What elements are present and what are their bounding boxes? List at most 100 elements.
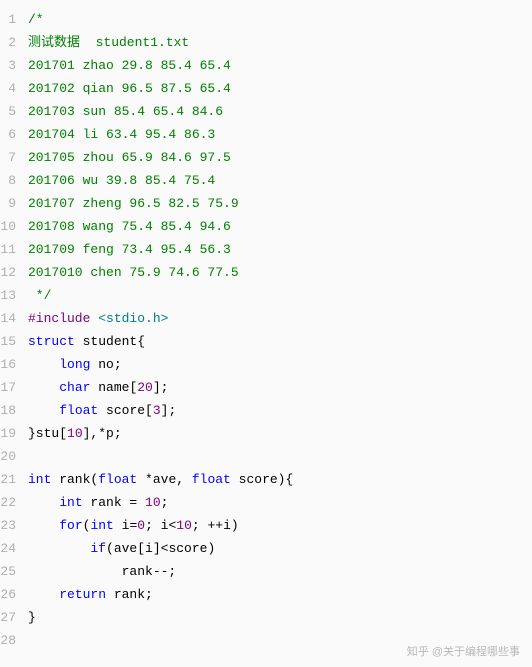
line-number: 21 bbox=[0, 468, 16, 491]
token-identifier: ],*p; bbox=[83, 426, 122, 441]
line-number: 5 bbox=[0, 100, 16, 123]
token-identifier: *ave, bbox=[137, 472, 192, 487]
token-identifier: ; ++i) bbox=[192, 518, 239, 533]
code-line: char name[20]; bbox=[28, 376, 532, 399]
token-identifier bbox=[28, 495, 59, 510]
token-number: 3 bbox=[153, 403, 161, 418]
code-line: 201703 sun 85.4 65.4 84.6 bbox=[28, 100, 532, 123]
line-number: 3 bbox=[0, 54, 16, 77]
line-number: 8 bbox=[0, 169, 16, 192]
token-identifier: i= bbox=[114, 518, 137, 533]
code-line: float score[3]; bbox=[28, 399, 532, 422]
code-line: int rank(float *ave, float score){ bbox=[28, 468, 532, 491]
code-line: 201702 qian 96.5 87.5 65.4 bbox=[28, 77, 532, 100]
token-keyword: struct bbox=[28, 334, 75, 349]
token-identifier: rank--; bbox=[28, 564, 176, 579]
code-line: int rank = 10; bbox=[28, 491, 532, 514]
token-number: 10 bbox=[145, 495, 161, 510]
token-type: float bbox=[98, 472, 137, 487]
token-identifier: ]; bbox=[161, 403, 177, 418]
line-number: 24 bbox=[0, 537, 16, 560]
code-line: 测试数据 student1.txt bbox=[28, 31, 532, 54]
token-keyword: if bbox=[90, 541, 106, 556]
token-comment: 201706 wu 39.8 85.4 75.4 bbox=[28, 173, 215, 188]
line-number: 20 bbox=[0, 445, 16, 468]
code-line: 201705 zhou 65.9 84.6 97.5 bbox=[28, 146, 532, 169]
token-identifier: }stu[ bbox=[28, 426, 67, 441]
line-number: 11 bbox=[0, 238, 16, 261]
token-identifier: student{ bbox=[75, 334, 145, 349]
line-number: 25 bbox=[0, 560, 16, 583]
line-number: 17 bbox=[0, 376, 16, 399]
code-line: */ bbox=[28, 284, 532, 307]
code-line: return rank; bbox=[28, 583, 532, 606]
line-number: 12 bbox=[0, 261, 16, 284]
line-number: 26 bbox=[0, 583, 16, 606]
code-line: struct student{ bbox=[28, 330, 532, 353]
code-editor: 1234567891011121314151617181920212223242… bbox=[0, 0, 532, 660]
line-number: 6 bbox=[0, 123, 16, 146]
token-identifier bbox=[28, 403, 59, 418]
token-preprocessor: #include bbox=[28, 311, 98, 326]
code-line: 201704 li 63.4 95.4 86.3 bbox=[28, 123, 532, 146]
line-number: 19 bbox=[0, 422, 16, 445]
code-line: } bbox=[28, 606, 532, 629]
token-type: float bbox=[59, 403, 98, 418]
token-comment: 201702 qian 96.5 87.5 65.4 bbox=[28, 81, 231, 96]
code-line: #include <stdio.h> bbox=[28, 307, 532, 330]
code-line: 201706 wu 39.8 85.4 75.4 bbox=[28, 169, 532, 192]
code-line: 2017010 chen 75.9 74.6 77.5 bbox=[28, 261, 532, 284]
watermark: 知乎 @关于编程哪些事 bbox=[407, 643, 520, 659]
token-identifier: rank( bbox=[51, 472, 98, 487]
line-number: 2 bbox=[0, 31, 16, 54]
token-identifier: (ave[i]<score) bbox=[106, 541, 215, 556]
token-number: 10 bbox=[67, 426, 83, 441]
token-comment: 201708 wang 75.4 85.4 94.6 bbox=[28, 219, 231, 234]
line-number: 4 bbox=[0, 77, 16, 100]
code-line: 201701 zhao 29.8 85.4 65.4 bbox=[28, 54, 532, 77]
code-line: }stu[10],*p; bbox=[28, 422, 532, 445]
token-comment: */ bbox=[28, 288, 51, 303]
token-number: 10 bbox=[176, 518, 192, 533]
token-comment: 201704 li 63.4 95.4 86.3 bbox=[28, 127, 215, 142]
code-line: rank--; bbox=[28, 560, 532, 583]
token-identifier: no; bbox=[90, 357, 121, 372]
line-number: 14 bbox=[0, 307, 16, 330]
token-identifier: ; bbox=[161, 495, 169, 510]
token-keyword: return bbox=[59, 587, 106, 602]
line-number-gutter: 1234567891011121314151617181920212223242… bbox=[0, 8, 28, 652]
token-type: long bbox=[59, 357, 90, 372]
token-identifier bbox=[28, 357, 59, 372]
line-number: 1 bbox=[0, 8, 16, 31]
line-number: 22 bbox=[0, 491, 16, 514]
line-number: 15 bbox=[0, 330, 16, 353]
token-identifier: name[ bbox=[90, 380, 137, 395]
token-number: 0 bbox=[137, 518, 145, 533]
code-line: 201707 zheng 96.5 82.5 75.9 bbox=[28, 192, 532, 215]
code-content: /* 测试数据 student1.txt 201701 zhao 29.8 85.4… bbox=[28, 8, 532, 652]
token-identifier: score[ bbox=[98, 403, 153, 418]
code-line: 201708 wang 75.4 85.4 94.6 bbox=[28, 215, 532, 238]
code-line: for(int i=0; i<10; ++i) bbox=[28, 514, 532, 537]
line-number: 16 bbox=[0, 353, 16, 376]
line-number: 23 bbox=[0, 514, 16, 537]
token-comment: 2017010 chen 75.9 74.6 77.5 bbox=[28, 265, 239, 280]
code-line: 201709 feng 73.4 95.4 56.3 bbox=[28, 238, 532, 261]
token-comment: 201703 sun 85.4 65.4 84.6 bbox=[28, 104, 223, 119]
token-identifier: ]; bbox=[153, 380, 169, 395]
token-comment: /* bbox=[28, 12, 44, 27]
token-comment: 测试数据 student1.txt bbox=[28, 35, 189, 50]
line-number: 28 bbox=[0, 629, 16, 652]
token-comment: 201701 zhao 29.8 85.4 65.4 bbox=[28, 58, 231, 73]
token-identifier: rank; bbox=[106, 587, 153, 602]
line-number: 27 bbox=[0, 606, 16, 629]
code-line: if(ave[i]<score) bbox=[28, 537, 532, 560]
token-comment: 201705 zhou 65.9 84.6 97.5 bbox=[28, 150, 231, 165]
token-identifier bbox=[28, 541, 90, 556]
token-comment: 201709 feng 73.4 95.4 56.3 bbox=[28, 242, 231, 257]
token-type: int bbox=[90, 518, 113, 533]
line-number: 13 bbox=[0, 284, 16, 307]
token-number: 20 bbox=[137, 380, 153, 395]
token-identifier bbox=[28, 518, 59, 533]
token-type: int bbox=[28, 472, 51, 487]
